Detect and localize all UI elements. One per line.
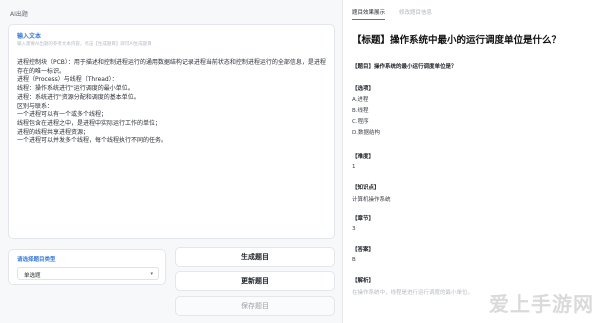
- difficulty-header: 【难度】: [352, 154, 375, 160]
- answer-value: B: [352, 257, 356, 263]
- knowledge-header: 【知识点】: [352, 185, 380, 191]
- stem-text: 【题目】操作系统的最小运行调度单位是？: [352, 64, 457, 70]
- option-item: D.数据结构: [352, 130, 380, 136]
- save-button[interactable]: 保存题目: [175, 296, 335, 316]
- knowledge-value: 计算机操作系统: [352, 197, 391, 203]
- analysis-header: 【解析】: [352, 278, 375, 284]
- tab-ai-question[interactable]: AI出题: [10, 9, 28, 18]
- reference-text-area[interactable]: 进程控制块（PCB）：用于描述和控制进程运行的通用数据结构记录进程当前状态和控制…: [17, 59, 327, 229]
- question-stem: 【题目】操作系统的最小运行调度单位是？: [352, 62, 457, 70]
- question-title: 【标题】操作系统中最小的运行调度单位是什么？: [352, 35, 562, 46]
- analysis-section: 【解析】 在操作系统中，线程是进行运行调度的最小单位。: [352, 276, 473, 296]
- analysis-value: 在操作系统中，线程是进行运行调度的最小单位。: [352, 290, 474, 296]
- answer-section: 【答案】 B: [352, 245, 374, 263]
- chapter-header: 【章节】: [352, 216, 375, 222]
- chapter-section: 【章节】 3: [352, 214, 374, 232]
- difficulty-section: 【难度】 1: [352, 152, 374, 170]
- chapter-value: 3: [352, 226, 356, 232]
- app-root: AI出题 输入文本 输入需要AI出题的参考文本内容，点击【生成题目】即可AI生成…: [0, 0, 600, 323]
- option-item: C.程序: [352, 119, 369, 125]
- options-section: 【选项】 A.进程 B.线程 C.程序 D.数据结构: [352, 84, 380, 137]
- question-type-card: 请选择题目类型 单选题 ▾: [8, 249, 166, 285]
- tab-edit-question[interactable]: 修改题目信息: [399, 8, 432, 20]
- difficulty-value: 1: [352, 164, 356, 170]
- regenerate-button[interactable]: 更新题目: [175, 271, 335, 291]
- right-panel: 题目效果展示 修改题目信息 【标题】操作系统中最小的运行调度单位是什么？ 【题目…: [344, 0, 600, 323]
- tab-question-preview[interactable]: 题目效果展示: [352, 8, 386, 20]
- knowledge-section: 【知识点】 计算机操作系统: [352, 183, 391, 203]
- chevron-down-icon: ▾: [150, 271, 153, 277]
- answer-header: 【答案】: [352, 247, 375, 253]
- left-panel: AI出题 输入文本 输入需要AI出题的参考文本内容，点击【生成题目】即可AI生成…: [0, 0, 343, 323]
- question-type-select[interactable]: 单选题 ▾: [17, 267, 159, 280]
- generate-button[interactable]: 生成题目: [175, 247, 335, 267]
- option-item: A.进程: [352, 97, 369, 103]
- input-card-title: 输入文本: [17, 33, 42, 40]
- site-watermark: 爱上手游网: [489, 292, 594, 316]
- options-header: 【选项】: [352, 86, 375, 92]
- option-item: B.线程: [352, 108, 369, 114]
- input-card: 输入文本 输入需要AI出题的参考文本内容，点击【生成题目】即可AI生成题目 进程…: [8, 24, 335, 239]
- right-tabs: 题目效果展示 修改题目信息: [352, 8, 432, 20]
- question-type-label: 请选择题目类型: [17, 257, 56, 263]
- input-card-hint: 输入需要AI出题的参考文本内容，点击【生成题目】即可AI生成题目: [17, 42, 152, 47]
- question-type-value: 单选题: [24, 273, 41, 279]
